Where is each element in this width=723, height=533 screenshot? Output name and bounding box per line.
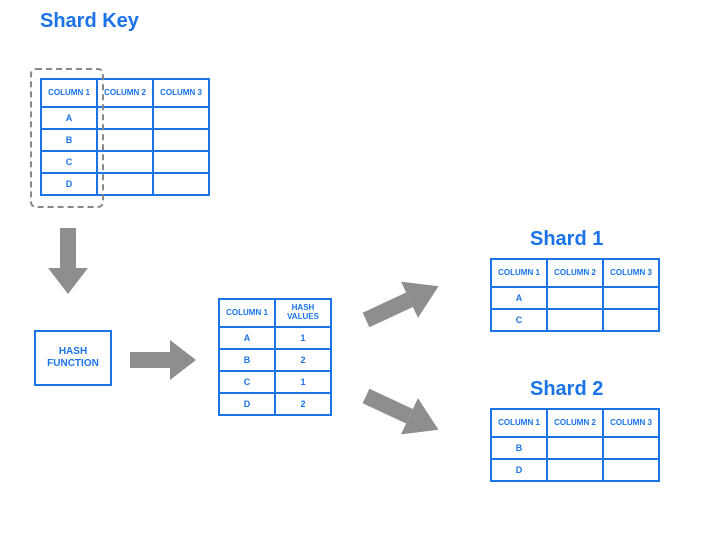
cell [153, 151, 209, 173]
cell [153, 107, 209, 129]
col-header: COLUMN 2 [547, 259, 603, 287]
cell: 2 [275, 349, 331, 371]
col-header: COLUMN 2 [547, 409, 603, 437]
cell [97, 107, 153, 129]
cell [97, 173, 153, 195]
cell: B [219, 349, 275, 371]
hash-table: COLUMN 1 HASH VALUES A1 B2 C1 D2 [218, 298, 332, 416]
cell [547, 437, 603, 459]
cell: B [491, 437, 547, 459]
arrow-right-icon [130, 340, 200, 380]
cell [153, 173, 209, 195]
cell: 2 [275, 393, 331, 415]
cell: C [491, 309, 547, 331]
col-header: COLUMN 1 [219, 299, 275, 327]
cell [153, 129, 209, 151]
cell: C [41, 151, 97, 173]
col-header: COLUMN 3 [153, 79, 209, 107]
shard2-table: COLUMN 1 COLUMN 2 COLUMN 3 B D [490, 408, 660, 482]
col-header: COLUMN 1 [491, 259, 547, 287]
shard1-table: COLUMN 1 COLUMN 2 COLUMN 3 A C [490, 258, 660, 332]
col-header: HASH VALUES [275, 299, 331, 327]
cell [603, 437, 659, 459]
col-header: COLUMN 2 [97, 79, 153, 107]
arrow-upright-icon [360, 280, 450, 340]
cell [97, 129, 153, 151]
source-table: COLUMN 1 COLUMN 2 COLUMN 3 A B C D [40, 78, 210, 196]
col-header: COLUMN 1 [491, 409, 547, 437]
shard2-title: Shard 2 [530, 378, 603, 401]
cell: 1 [275, 327, 331, 349]
cell [603, 287, 659, 309]
cell [547, 309, 603, 331]
cell: A [491, 287, 547, 309]
arrow-down-icon [48, 228, 88, 298]
cell: C [219, 371, 275, 393]
shard-key-title: Shard Key [40, 10, 139, 33]
arrow-downright-icon [360, 380, 450, 440]
cell [97, 151, 153, 173]
hash-function-box: HASH FUNCTION [34, 330, 112, 386]
col-header: COLUMN 1 [41, 79, 97, 107]
cell: A [219, 327, 275, 349]
cell [547, 459, 603, 481]
cell: D [41, 173, 97, 195]
cell: D [219, 393, 275, 415]
col-header: COLUMN 3 [603, 259, 659, 287]
cell [547, 287, 603, 309]
cell: D [491, 459, 547, 481]
cell [603, 459, 659, 481]
cell [603, 309, 659, 331]
cell: A [41, 107, 97, 129]
col-header: COLUMN 3 [603, 409, 659, 437]
cell: 1 [275, 371, 331, 393]
shard1-title: Shard 1 [530, 228, 603, 251]
cell: B [41, 129, 97, 151]
